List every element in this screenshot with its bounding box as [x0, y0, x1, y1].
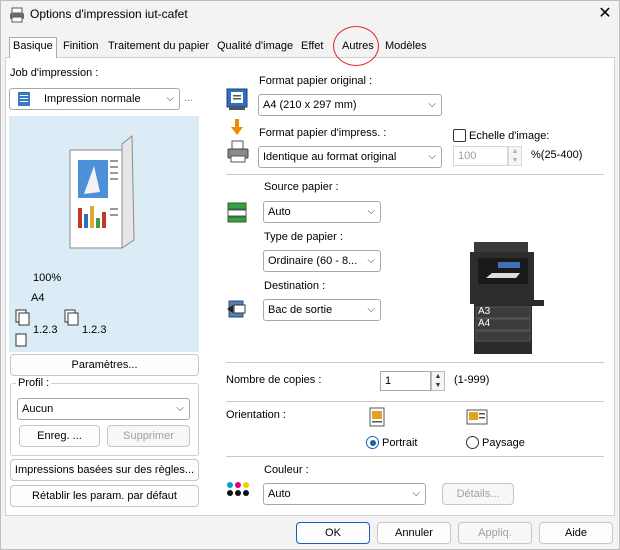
- chevron-down-icon: ⌵: [166, 93, 174, 104]
- copies-input[interactable]: 1: [380, 371, 431, 391]
- printer-tray-a3: A3: [478, 306, 491, 317]
- rules-button[interactable]: Impressions basées sur des règles...: [10, 459, 199, 481]
- spin-up-icon: ▲: [511, 148, 519, 155]
- scale-label: Echelle d'image:: [469, 130, 550, 142]
- paper-type-select[interactable]: Ordinaire (60 - 8... ⌵: [263, 250, 381, 272]
- ok-button[interactable]: OK: [296, 522, 370, 544]
- highlight-circle: [333, 26, 379, 66]
- portrait-radio[interactable]: [366, 436, 379, 449]
- portrait-label: Portrait: [382, 437, 418, 449]
- job-select[interactable]: Impression normale ⌵: [9, 88, 180, 110]
- tab-qualite-image[interactable]: Qualité d'image: [214, 38, 296, 57]
- collate-icon-2: [64, 309, 79, 326]
- print-format-value: Identique au format original: [263, 151, 397, 163]
- color-dots-icon: [227, 482, 249, 496]
- job-more-button[interactable]: ...: [184, 92, 193, 104]
- printer-tray-a4: A4: [478, 318, 491, 329]
- tab-effet[interactable]: Effet: [298, 38, 326, 57]
- chevron-down-icon: ⌵: [428, 99, 436, 110]
- appliquer-button[interactable]: Appliq.: [458, 522, 532, 544]
- paper-type-label: Type de papier :: [264, 231, 343, 243]
- arrow-down-icon: [231, 119, 243, 135]
- scale-spinner[interactable]: ▲ ▼: [508, 146, 522, 166]
- tab-traitement-papier[interactable]: Traitement du papier: [105, 38, 212, 57]
- orientation-label: Orientation :: [226, 409, 286, 421]
- profil-select-value: Aucun: [22, 403, 54, 415]
- print-format-select[interactable]: Identique au format original ⌵: [258, 146, 442, 168]
- paysage-label: Paysage: [482, 437, 525, 449]
- spin-down-icon: ▼: [434, 382, 442, 389]
- close-button[interactable]: ✕: [594, 4, 616, 24]
- output-tray-icon: [227, 300, 246, 318]
- original-format-value: A4 (210 x 297 mm): [263, 99, 357, 111]
- original-format-label: Format papier original :: [259, 75, 373, 87]
- enreg-button[interactable]: Enreg. ...: [19, 425, 100, 447]
- paper-type-value: Ordinaire (60 - 8...: [268, 255, 358, 267]
- tab-basique[interactable]: Basique: [9, 37, 57, 58]
- chevron-down-icon: ⌵: [367, 206, 375, 217]
- chevron-down-icon: ⌵: [176, 403, 184, 414]
- destination-label: Destination :: [264, 280, 326, 292]
- paysage-radio[interactable]: [466, 436, 479, 449]
- print-format-label: Format papier d'impress. :: [259, 127, 387, 139]
- separator: [226, 401, 604, 402]
- separator: [226, 456, 604, 457]
- collate-text-1: 1.2.3: [33, 324, 58, 336]
- portrait-icon: [369, 407, 385, 427]
- profil-label: Profil :: [16, 377, 52, 389]
- supprimer-button[interactable]: Supprimer: [107, 425, 190, 447]
- annuler-button[interactable]: Annuler: [377, 522, 451, 544]
- scale-checkbox[interactable]: [453, 129, 466, 142]
- spin-down-icon: ▼: [511, 157, 519, 164]
- tab-finition[interactable]: Finition: [60, 38, 101, 57]
- document-icon: [18, 92, 30, 106]
- page-preview-icon: [69, 134, 135, 249]
- original-format-select[interactable]: A4 (210 x 297 mm) ⌵: [258, 94, 442, 116]
- color-select[interactable]: Auto ⌵: [263, 483, 426, 505]
- copies-label: Nombre de copies :: [226, 374, 322, 386]
- destination-select[interactable]: Bac de sortie ⌵: [263, 299, 381, 321]
- paper-source-icon: [227, 202, 247, 223]
- source-label: Source papier :: [264, 181, 339, 193]
- chevron-down-icon: ⌵: [428, 151, 436, 162]
- print-format-icon: [227, 140, 249, 163]
- separator: [226, 362, 604, 363]
- paper-size-text: A4: [31, 292, 45, 304]
- details-button[interactable]: Détails...: [442, 483, 514, 505]
- landscape-icon: [466, 409, 488, 425]
- title-bar: Options d'impression iut-cafet ✕: [0, 0, 620, 30]
- scale-input[interactable]: 100: [453, 146, 508, 166]
- parametres-button[interactable]: Paramètres...: [10, 354, 199, 376]
- printer-illustration: [470, 242, 544, 354]
- tab-modeles[interactable]: Modèles: [382, 38, 430, 57]
- aide-button[interactable]: Aide: [539, 522, 613, 544]
- source-select[interactable]: Auto ⌵: [263, 201, 381, 223]
- original-format-icon: [226, 88, 248, 110]
- scale-range: %(25-400): [531, 149, 583, 161]
- spin-up-icon: ▲: [434, 373, 442, 380]
- printer-icon: [10, 7, 24, 23]
- job-select-value: Impression normale: [44, 93, 141, 105]
- chevron-down-icon: ⌵: [367, 304, 375, 315]
- color-value: Auto: [268, 488, 291, 500]
- color-label: Couleur :: [264, 464, 309, 476]
- collate-text-2: 1.2.3: [82, 324, 107, 336]
- chevron-down-icon: ⌵: [367, 255, 375, 266]
- separator: [226, 174, 604, 175]
- job-label: Job d'impression :: [10, 67, 99, 79]
- copies-range: (1-999): [454, 374, 490, 386]
- reset-defaults-button[interactable]: Rétablir les param. par défaut: [10, 485, 199, 507]
- chevron-down-icon: ⌵: [412, 488, 420, 499]
- copies-spinner[interactable]: ▲ ▼: [431, 371, 445, 391]
- source-value: Auto: [268, 206, 291, 218]
- window-title: Options d'impression iut-cafet: [30, 7, 188, 21]
- print-preview: 100% A4 1.2.3 1.2.3: [9, 116, 199, 352]
- zoom-text: 100%: [33, 272, 62, 284]
- profil-select[interactable]: Aucun ⌵: [17, 398, 190, 420]
- destination-value: Bac de sortie: [268, 304, 333, 316]
